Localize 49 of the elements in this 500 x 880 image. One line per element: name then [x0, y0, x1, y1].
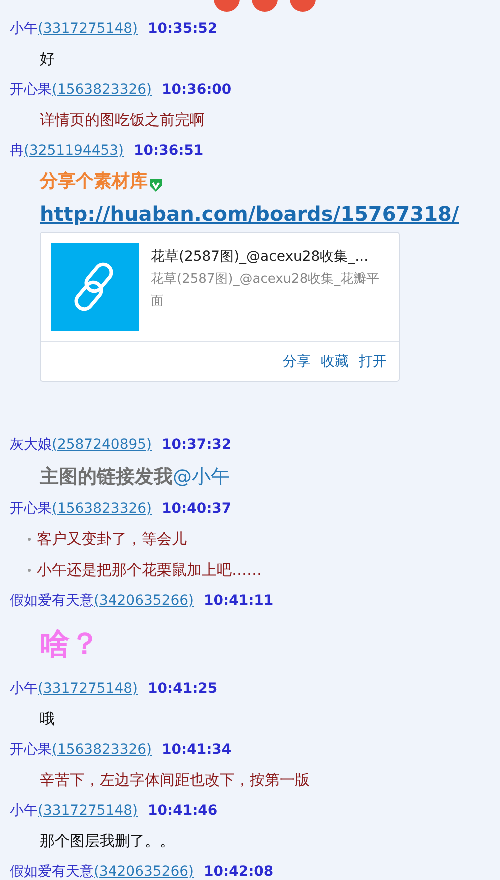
sender-name: 小午(3317275148) [10, 680, 138, 698]
message-time: 10:37:32 [162, 437, 232, 453]
sender-id-link[interactable]: (1563823326) [52, 742, 152, 758]
sender-name: 开心果(1563823326) [10, 500, 152, 518]
card-title: 花草(2587图)_@acexu28收集_... [151, 248, 370, 267]
message-text: 主图的链接发我@小午 [40, 465, 231, 490]
card-action-link[interactable]: 打开 [359, 352, 387, 370]
message-text: 那个图层我删了。。 [40, 831, 176, 852]
message-time: 10:40:37 [162, 501, 232, 517]
sender-name: 小午(3317275148) [10, 802, 138, 820]
sender-id-link[interactable]: (3317275148) [38, 803, 138, 819]
sender-id-link[interactable]: (3420635266) [94, 864, 194, 880]
message-time: 10:41:25 [148, 681, 218, 697]
card-action-link[interactable]: 分享 [283, 352, 311, 370]
message-text: 详情页的图吃饭之前完啊 [40, 110, 206, 131]
sender-name: 冉(3251194453) [10, 142, 124, 160]
card-action-link[interactable]: 收藏 [321, 352, 349, 370]
message-time: 10:36:51 [134, 143, 204, 159]
message-text: 小午还是把那个花栗鼠加上吧…… [37, 560, 262, 581]
message-text: 啥？ [40, 626, 101, 664]
message-text: 客户又变卦了，等会儿 [37, 529, 187, 550]
message-link[interactable]: http://huaban.com/boards/15767318/ [40, 198, 500, 230]
sender-name: 假如爱有天意(3420635266) [10, 592, 194, 610]
message-time: 10:35:52 [148, 21, 218, 37]
message-text: 好 [40, 49, 56, 70]
message-time: 10:41:46 [148, 803, 218, 819]
sender-name: 小午(3317275148) [10, 20, 138, 38]
verified-icon [148, 177, 164, 193]
bullet-icon [28, 538, 31, 541]
sender-id-link[interactable]: (1563823326) [52, 501, 152, 517]
sender-name: 开心果(1563823326) [10, 81, 152, 99]
message-time: 10:36:00 [162, 82, 232, 98]
message-time: 10:42:08 [204, 864, 274, 880]
sender-id-link[interactable]: (3420635266) [94, 593, 194, 609]
message-text: 哦 [40, 709, 56, 730]
sender-id-link[interactable]: (3317275148) [38, 681, 138, 697]
sender-id-link[interactable]: (1563823326) [52, 82, 152, 98]
sender-name: 开心果(1563823326) [10, 741, 152, 759]
bullet-icon [28, 569, 31, 572]
sender-id-link[interactable]: (3317275148) [38, 21, 138, 37]
card-description: 花草(2587图)_@acexu28收集_花瓣平面 [151, 271, 381, 311]
message-text: 分享个素材库 [40, 170, 148, 194]
message-time: 10:41:11 [204, 593, 274, 609]
message-text: 辛苦下，左边字体间距也改下，按第一版 [40, 770, 311, 791]
sender-id-link[interactable]: (3251194453) [24, 143, 124, 159]
message-time: 10:41:34 [162, 742, 232, 758]
sender-id-link[interactable]: (2587240895) [52, 437, 152, 453]
sender-name: 灰大娘(2587240895) [10, 436, 152, 454]
sender-name: 假如爱有天意(3420635266) [10, 863, 194, 880]
